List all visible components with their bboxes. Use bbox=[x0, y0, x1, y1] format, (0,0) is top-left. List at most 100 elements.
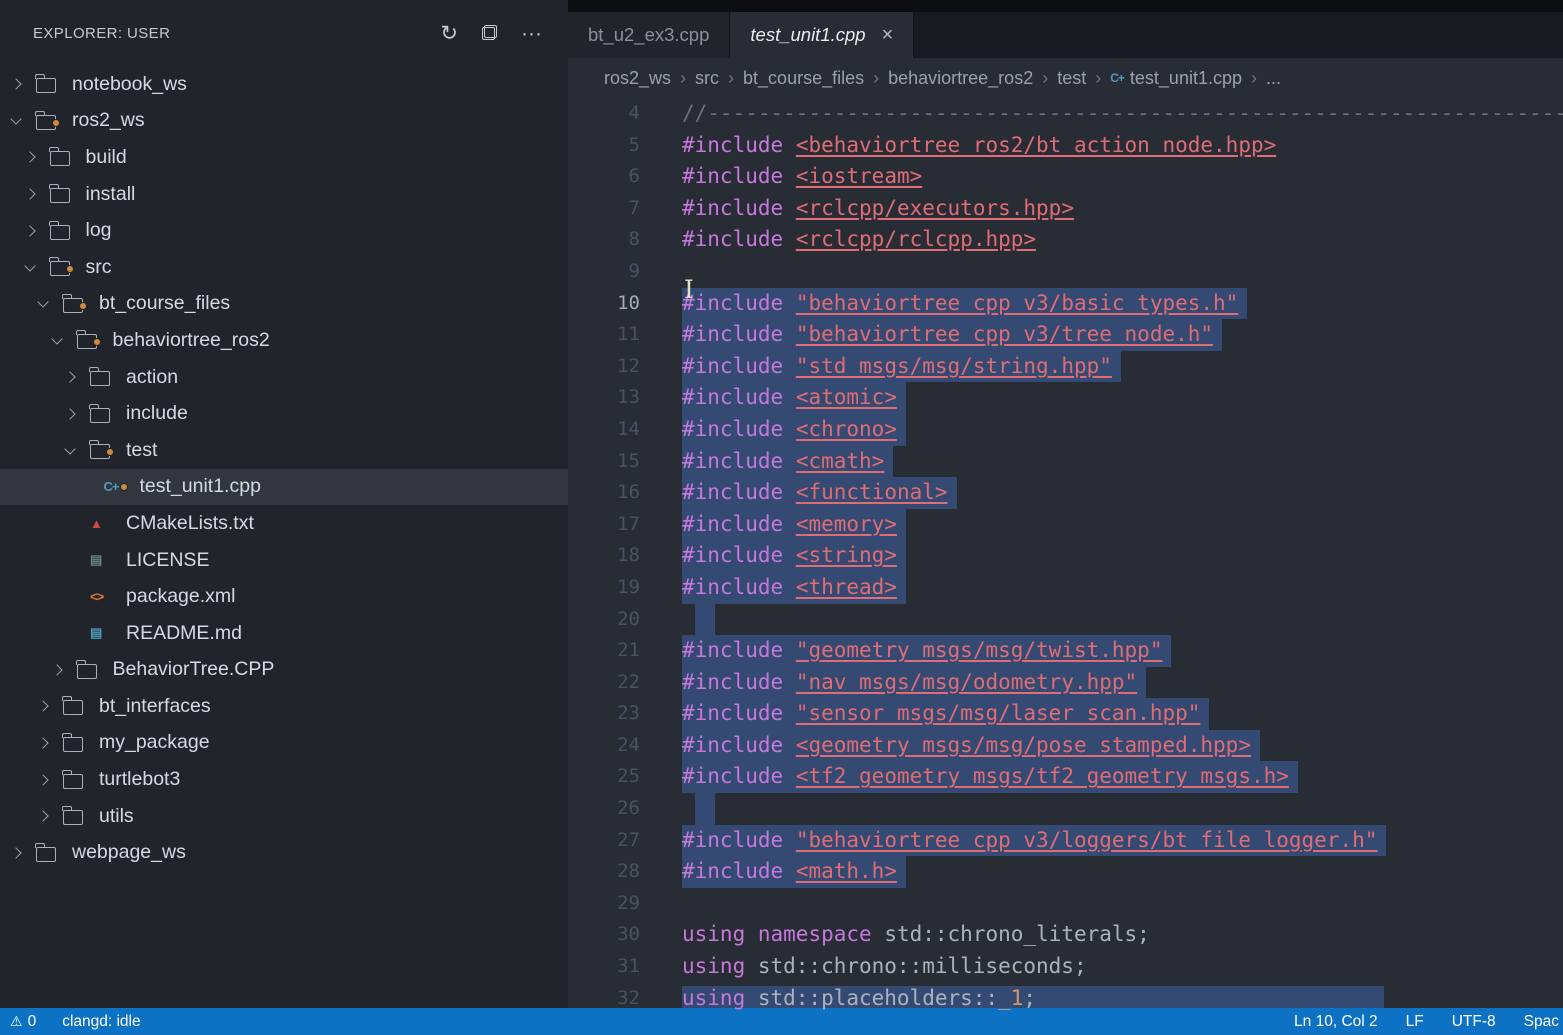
tab-test_unit1.cpp[interactable]: test_unit1.cpp× bbox=[730, 12, 914, 58]
modified-dot bbox=[120, 483, 128, 491]
code-line[interactable]: 29 bbox=[568, 888, 1563, 920]
open-editors-icon[interactable] bbox=[482, 23, 497, 44]
breadcrumb-item-test[interactable]: test bbox=[1057, 68, 1086, 89]
chevron-glyph bbox=[10, 114, 21, 125]
code-line[interactable]: 20 bbox=[568, 604, 1563, 636]
tab-bar: bt_u2_ex3.cpptest_unit1.cpp× bbox=[568, 12, 1563, 58]
breadcrumb-label: behaviortree_ros2 bbox=[888, 68, 1033, 89]
breadcrumb-item-...[interactable]: ... bbox=[1266, 68, 1281, 89]
tree-item-README.md[interactable]: ▤README.md bbox=[0, 615, 568, 652]
folder-icon bbox=[77, 331, 113, 349]
tree-item-utils[interactable]: utils bbox=[0, 798, 568, 835]
line-number: 25 bbox=[568, 761, 640, 793]
status-indentation[interactable]: Spac bbox=[1524, 1013, 1559, 1031]
chevron-right-icon: › bbox=[680, 68, 686, 89]
code-line[interactable]: 9 bbox=[568, 256, 1563, 288]
breadcrumb-item-behaviortree_ros2[interactable]: behaviortree_ros2 bbox=[888, 68, 1033, 89]
code-token bbox=[783, 480, 796, 504]
breadcrumb: ros2_ws›src›bt_course_files›behaviortree… bbox=[568, 58, 1563, 98]
tree-item-label: build bbox=[86, 146, 127, 169]
tree-item-test[interactable]: test bbox=[0, 432, 568, 469]
code-token: <iostream> bbox=[796, 164, 922, 188]
tree-item-webpage_ws[interactable]: webpage_ws bbox=[0, 834, 568, 871]
tree-item-src[interactable]: src bbox=[0, 249, 568, 286]
tree-item-test_unit1.cpp[interactable]: C+test_unit1.cpp bbox=[0, 469, 568, 506]
tree-item-ros2_ws[interactable]: ros2_ws bbox=[0, 103, 568, 140]
code-token: #include bbox=[682, 354, 783, 378]
tree-item-log[interactable]: log bbox=[0, 212, 568, 249]
code-line[interactable]: 31using std::chrono::milliseconds; bbox=[568, 951, 1563, 983]
tab-bt_u2_ex3.cpp[interactable]: bt_u2_ex3.cpp bbox=[568, 12, 730, 58]
breadcrumb-item-test_unit1.cpp[interactable]: C+test_unit1.cpp bbox=[1110, 68, 1242, 89]
folder-icon bbox=[77, 661, 113, 679]
status-cursor-position[interactable]: Ln 10, Col 2 bbox=[1294, 1013, 1378, 1031]
code-line-content: #include <thread> bbox=[682, 572, 906, 604]
code-line[interactable]: 25#include <tf2_geometry_msgs/tf2_geomet… bbox=[568, 761, 1563, 793]
code-line[interactable]: 8#include <rclcpp/rclcpp.hpp> bbox=[568, 224, 1563, 256]
tree-item-turtlebot3[interactable]: turtlebot3 bbox=[0, 761, 568, 798]
tree-item-LICENSE[interactable]: ▤LICENSE bbox=[0, 542, 568, 579]
status-encoding[interactable]: UTF-8 bbox=[1452, 1013, 1496, 1031]
tree-item-behaviortree_ros2[interactable]: behaviortree_ros2 bbox=[0, 322, 568, 359]
code-line[interactable]: 12#include "std_msgs/msg/string.hpp" bbox=[568, 351, 1563, 383]
status-problems[interactable]: ⚠0 bbox=[10, 1013, 36, 1031]
breadcrumb-item-src[interactable]: src bbox=[695, 68, 719, 89]
code-area[interactable]: 4//-------------------------------------… bbox=[568, 98, 1563, 1014]
tree-item-package.xml[interactable]: <>package.xml bbox=[0, 578, 568, 615]
code-line[interactable]: 23#include "sensor_msgs/msg/laser_scan.h… bbox=[568, 698, 1563, 730]
more-actions-icon[interactable]: ··· bbox=[521, 23, 542, 44]
code-line[interactable]: 28#include <math.h> bbox=[568, 856, 1563, 888]
folder-icon bbox=[63, 295, 99, 313]
folder-icon bbox=[63, 771, 99, 789]
code-line[interactable]: 6#include <iostream> bbox=[568, 161, 1563, 193]
breadcrumb-item-ros2_ws[interactable]: ros2_ws bbox=[604, 68, 671, 89]
code-line[interactable]: 14#include <chrono> bbox=[568, 414, 1563, 446]
tree-item-install[interactable]: install bbox=[0, 176, 568, 213]
status-clangd-status[interactable]: clangd: idle bbox=[62, 1013, 140, 1031]
tree-item-my_package[interactable]: my_package bbox=[0, 725, 568, 762]
close-icon[interactable]: × bbox=[882, 24, 894, 47]
chevron-down-icon bbox=[62, 448, 90, 453]
code-line[interactable]: 13#include <atomic> bbox=[568, 382, 1563, 414]
line-number: 18 bbox=[568, 540, 640, 572]
code-line[interactable]: 22#include "nav_msgs/msg/odometry.hpp" bbox=[568, 667, 1563, 699]
code-line[interactable]: 21#include "geometry_msgs/msg/twist.hpp" bbox=[568, 635, 1563, 667]
tree-item-bt_course_files[interactable]: bt_course_files bbox=[0, 286, 568, 323]
code-line[interactable]: 16#include <functional> bbox=[568, 477, 1563, 509]
status-eol-sequence[interactable]: LF bbox=[1406, 1013, 1424, 1031]
tree-item-notebook_ws[interactable]: notebook_ws bbox=[0, 66, 568, 103]
code-line[interactable]: 15#include <cmath> bbox=[568, 446, 1563, 478]
status-label: Spac bbox=[1524, 1013, 1559, 1031]
tree-item-include[interactable]: include bbox=[0, 395, 568, 432]
code-line[interactable]: 11#include "behaviortree_cpp_v3/tree_nod… bbox=[568, 319, 1563, 351]
code-line[interactable]: 30using namespace std::chrono_literals; bbox=[568, 919, 1563, 951]
code-line[interactable]: 24#include <geometry_msgs/msg/pose_stamp… bbox=[568, 730, 1563, 762]
code-line[interactable]: 19#include <thread> bbox=[568, 572, 1563, 604]
code-token: #include bbox=[682, 164, 783, 188]
chevron-right-icon bbox=[35, 702, 63, 710]
status-label: clangd: idle bbox=[62, 1013, 140, 1031]
code-token: #include bbox=[682, 575, 783, 599]
refresh-explorer-icon[interactable]: ↻ bbox=[440, 23, 458, 44]
tree-item-build[interactable]: build bbox=[0, 139, 568, 176]
code-line[interactable]: 26 bbox=[568, 793, 1563, 825]
code-line[interactable]: 7#include <rclcpp/executors.hpp> bbox=[568, 193, 1563, 225]
code-line[interactable]: 4//-------------------------------------… bbox=[568, 98, 1563, 130]
tree-item-CMakeLists.txt[interactable]: ▲CMakeLists.txt bbox=[0, 505, 568, 542]
code-line[interactable]: 17#include <memory> bbox=[568, 509, 1563, 541]
line-number: 15 bbox=[568, 446, 640, 478]
tree-item-bt_interfaces[interactable]: bt_interfaces bbox=[0, 688, 568, 725]
line-number: 11 bbox=[568, 319, 640, 351]
code-line[interactable]: 18 #include <string> bbox=[568, 540, 1563, 572]
tree-item-action[interactable]: action bbox=[0, 359, 568, 396]
breadcrumb-item-bt_course_files[interactable]: bt_course_files bbox=[743, 68, 864, 89]
code-token: #include bbox=[682, 480, 783, 504]
tree-item-BehaviorTree.CPP[interactable]: BehaviorTree.CPP bbox=[0, 652, 568, 689]
code-line[interactable]: 10#include "behaviortree_cpp_v3/basic_ty… bbox=[568, 288, 1563, 320]
text-cursor: I bbox=[684, 275, 694, 304]
code-line-content: #include <string> bbox=[682, 540, 906, 572]
code-line[interactable]: 27#include "behaviortree_cpp_v3/loggers/… bbox=[568, 825, 1563, 857]
code-line[interactable]: 32using std::placeholders::_1; bbox=[568, 983, 1563, 1015]
chevron-glyph bbox=[37, 297, 48, 308]
code-line[interactable]: 5#include <behaviortree_ros2/bt_action_n… bbox=[568, 130, 1563, 162]
